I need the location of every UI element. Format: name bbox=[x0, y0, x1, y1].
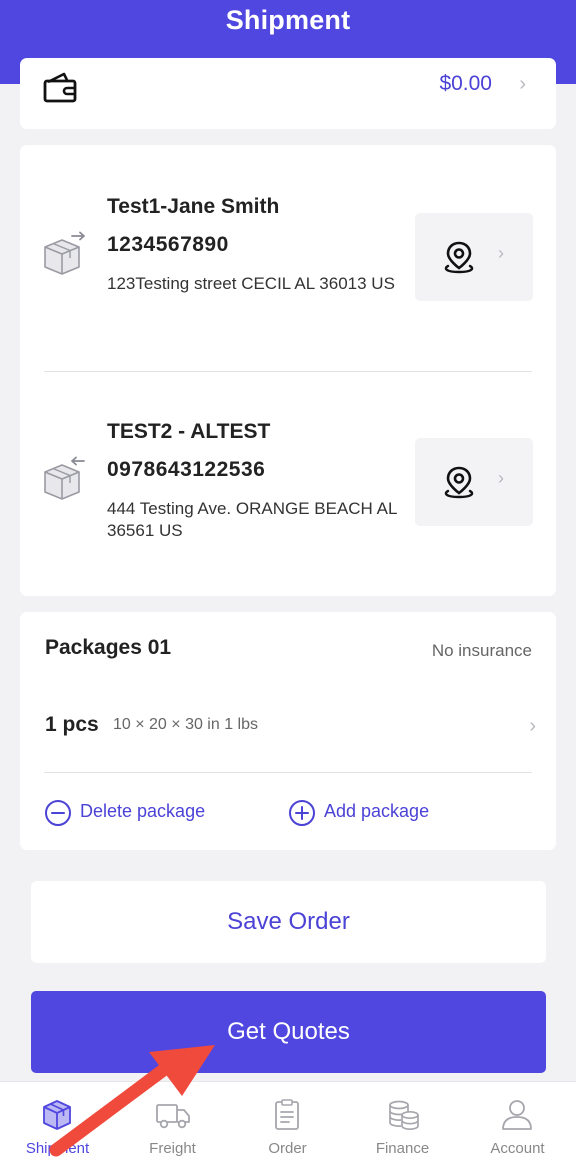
get-quotes-button[interactable]: Get Quotes bbox=[31, 991, 546, 1073]
receiver-name: TEST2 - ALTEST bbox=[107, 420, 271, 443]
delete-package-button[interactable]: Delete package bbox=[44, 799, 244, 829]
tab-label: Shipment bbox=[25, 1140, 90, 1157]
tab-order[interactable]: Order bbox=[230, 1082, 345, 1175]
receiver-address-text: 444 Testing Ave. ORANGE BEACH AL 36561 U… bbox=[107, 499, 397, 540]
tab-freight[interactable]: Freight bbox=[115, 1082, 230, 1175]
tab-label: Finance bbox=[375, 1140, 430, 1157]
user-icon bbox=[502, 1100, 532, 1130]
map-pin-icon bbox=[444, 466, 474, 499]
tab-finance[interactable]: Finance bbox=[345, 1082, 460, 1175]
chevron-right-icon: › bbox=[519, 73, 526, 95]
bottom-tab-bar: Shipment Freight Order Finance Account bbox=[0, 1081, 576, 1175]
package-dimensions: 10 × 20 × 30 in 1 lbs bbox=[113, 716, 258, 733]
map-pin-icon bbox=[444, 241, 474, 274]
chevron-right-icon: › bbox=[529, 715, 536, 737]
packages-card: Packages 01 No insurance 1 pcs 10 × 20 ×… bbox=[20, 612, 556, 850]
tab-shipment[interactable]: Shipment bbox=[0, 1082, 115, 1175]
truck-icon bbox=[156, 1104, 190, 1129]
chevron-right-icon: › bbox=[498, 243, 504, 263]
insurance-status[interactable]: No insurance bbox=[432, 641, 532, 661]
sender-address[interactable]: Test1-Jane Smith 1234567890 123Testing s… bbox=[20, 193, 556, 393]
divider bbox=[44, 772, 532, 773]
address-card: Test1-Jane Smith 1234567890 123Testing s… bbox=[20, 145, 556, 596]
package-icon bbox=[43, 1100, 71, 1130]
divider bbox=[44, 371, 532, 372]
outgoing-box-icon bbox=[44, 231, 85, 275]
tab-label: Account bbox=[490, 1140, 545, 1157]
tab-account[interactable]: Account bbox=[460, 1082, 575, 1175]
add-package-button[interactable]: Add package bbox=[288, 799, 488, 829]
wallet-balance: $0.00 bbox=[439, 72, 492, 95]
add-package-label: Add package bbox=[324, 801, 430, 821]
sender-address-text: 123Testing street CECIL AL 36013 US bbox=[107, 274, 395, 293]
wallet-card[interactable]: $0.00 › bbox=[20, 58, 556, 129]
receiver-address[interactable]: TEST2 - ALTEST 0978643122536 444 Testing… bbox=[20, 418, 556, 618]
receiver-location-button[interactable]: › bbox=[415, 438, 533, 526]
tab-label: Order bbox=[268, 1140, 307, 1157]
chevron-right-icon: › bbox=[498, 468, 504, 488]
packages-title: Packages 01 bbox=[45, 636, 172, 659]
delete-package-label: Delete package bbox=[80, 801, 206, 821]
page-title: Shipment bbox=[225, 5, 351, 35]
sender-phone: 1234567890 bbox=[107, 233, 229, 256]
receiver-phone: 0978643122536 bbox=[107, 458, 266, 481]
save-order-button[interactable]: Save Order bbox=[31, 881, 546, 963]
package-quantity: 1 pcs bbox=[45, 713, 99, 736]
wallet-icon bbox=[43, 72, 77, 103]
incoming-box-icon bbox=[44, 456, 85, 500]
coins-icon bbox=[389, 1100, 419, 1131]
plus-circle-icon bbox=[289, 800, 315, 826]
minus-circle-icon bbox=[45, 800, 71, 826]
clipboard-icon bbox=[275, 1099, 299, 1130]
sender-name: Test1-Jane Smith bbox=[107, 195, 280, 218]
sender-location-button[interactable]: › bbox=[415, 213, 533, 301]
tab-label: Freight bbox=[149, 1140, 196, 1157]
